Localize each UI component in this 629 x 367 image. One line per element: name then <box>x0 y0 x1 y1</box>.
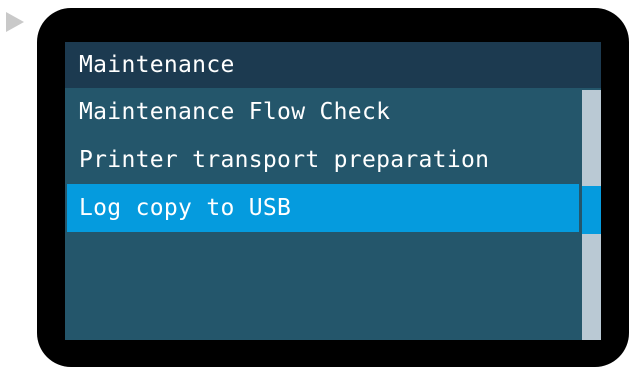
menu-item-label: Maintenance Flow Check <box>79 99 391 125</box>
scrollbar[interactable] <box>582 90 601 340</box>
screen-header: Maintenance <box>65 42 601 88</box>
page: Maintenance Maintenance Flow Check Print… <box>0 0 629 367</box>
menu-item-maintenance-flow-check[interactable]: Maintenance Flow Check <box>65 88 579 136</box>
page-title: Maintenance <box>79 52 235 78</box>
play-arrow-icon <box>6 12 24 32</box>
scrollbar-thumb[interactable] <box>582 186 601 234</box>
menu-item-label: Printer transport preparation <box>79 147 490 173</box>
menu-item-printer-transport-preparation[interactable]: Printer transport preparation <box>65 136 579 184</box>
menu-item-log-copy-to-usb[interactable]: Log copy to USB <box>67 184 579 232</box>
display-screen: Maintenance Maintenance Flow Check Print… <box>65 42 601 340</box>
menu-item-label: Log copy to USB <box>79 195 292 221</box>
menu-list: Maintenance Flow Check Printer transport… <box>65 88 579 340</box>
